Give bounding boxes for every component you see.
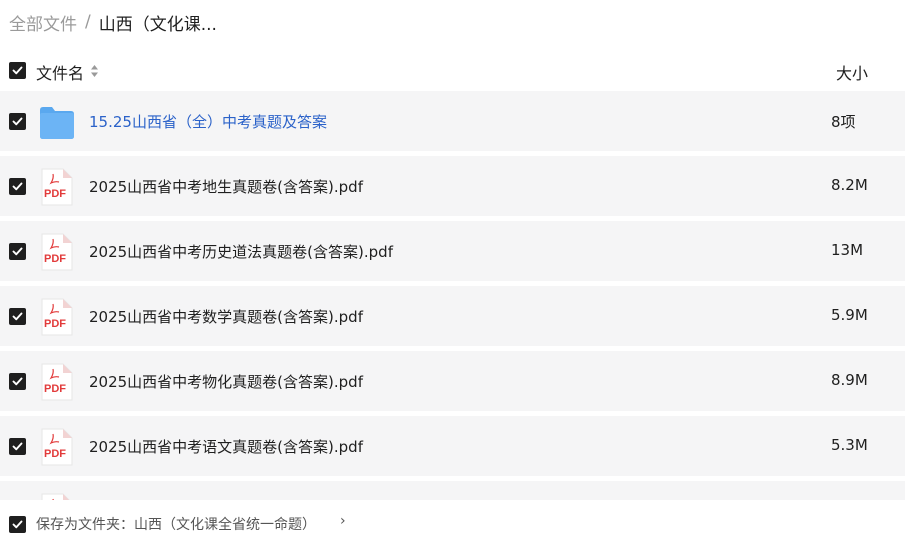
chevron-right-icon[interactable]: › — [340, 513, 346, 529]
file-row[interactable]: PDF 2025山西省中考数学真题卷(含答案).pdf 5.9M — [0, 286, 905, 346]
file-row-checkbox[interactable] — [9, 438, 26, 455]
file-size: 8.2M — [831, 176, 868, 194]
file-name-link[interactable]: 2025山西省中考语文真题卷(含答案).pdf — [89, 436, 363, 457]
file-name-link[interactable]: 2025山西省中考地生真题卷(含答案).pdf — [89, 176, 363, 197]
file-name-link[interactable]: 2025山西省中考数学真题卷(含答案).pdf — [89, 306, 363, 327]
file-size: 8项 — [831, 113, 856, 131]
file-name-link[interactable]: 2025山西省中考历史道法真题卷(含答案).pdf — [89, 241, 393, 262]
save-folder-bar: 保存为文件夹：山西（文化课全省统一命题） › — [0, 500, 905, 540]
folder-name-link[interactable]: 15.25山西省（全）中考真题及答案 — [89, 111, 327, 132]
check-icon — [12, 520, 23, 529]
file-row-checkbox[interactable] — [9, 113, 26, 130]
save-as-folder-label[interactable]: 保存为文件夹：山西（文化课全省统一命题） — [36, 514, 316, 534]
file-name-link[interactable]: 2025山西省中考物化真题卷(含答案).pdf — [89, 371, 363, 392]
file-size: 13M — [831, 241, 864, 259]
check-icon — [12, 66, 23, 75]
sort-icon — [90, 63, 99, 82]
file-row[interactable]: PDF 2025山西省中考语文真题卷(含答案).pdf 5.3M — [0, 416, 905, 476]
file-list-header: 文件名 大小 — [0, 56, 905, 86]
check-icon — [12, 312, 23, 321]
sort-by-name-button[interactable]: 文件名 — [36, 60, 99, 84]
breadcrumb-root-link[interactable]: 全部文件 — [9, 10, 77, 35]
check-icon — [12, 377, 23, 386]
pdf-icon: PDF — [39, 168, 75, 206]
file-row[interactable]: PDF 2025山西省中考历史道法真题卷(含答案).pdf 13M — [0, 221, 905, 281]
breadcrumb: 全部文件 / 山西（文化课... — [9, 10, 217, 35]
save-as-folder-checkbox[interactable] — [9, 516, 26, 533]
pdf-icon: PDF — [39, 233, 75, 271]
pdf-icon-label: PDF — [44, 448, 66, 460]
pdf-icon-label: PDF — [44, 253, 66, 265]
check-icon — [12, 442, 23, 451]
pdf-icon-label: PDF — [44, 188, 66, 200]
pdf-icon-label: PDF — [44, 318, 66, 330]
breadcrumb-separator: / — [85, 12, 91, 32]
pdf-icon — [39, 493, 75, 500]
file-size: 5.9M — [831, 306, 868, 324]
select-all-checkbox[interactable] — [9, 62, 26, 79]
breadcrumb-current: 山西（文化课... — [98, 14, 217, 35]
size-column-label: 大小 — [836, 64, 869, 83]
file-row-checkbox[interactable] — [9, 243, 26, 260]
folder-icon — [39, 103, 75, 141]
check-icon — [12, 117, 23, 126]
file-row-partial[interactable] — [0, 481, 905, 500]
file-row-checkbox[interactable] — [9, 373, 26, 390]
pdf-icon: PDF — [39, 363, 75, 401]
file-row[interactable]: 15.25山西省（全）中考真题及答案 8项 — [0, 91, 905, 151]
file-list: 15.25山西省（全）中考真题及答案 8项 PDF 2025山西省中考地生真题卷(含答… — [0, 91, 905, 500]
name-column-label: 文件名 — [36, 64, 85, 83]
check-icon — [12, 182, 23, 191]
check-icon — [12, 247, 23, 256]
pdf-icon: PDF — [39, 298, 75, 336]
file-size: 5.3M — [831, 436, 868, 454]
file-row-checkbox[interactable] — [9, 308, 26, 325]
file-row[interactable]: PDF 2025山西省中考地生真题卷(含答案).pdf 8.2M — [0, 156, 905, 216]
pdf-icon: PDF — [39, 428, 75, 466]
file-row-checkbox[interactable] — [9, 178, 26, 195]
file-size: 8.9M — [831, 371, 868, 389]
pdf-icon-label: PDF — [44, 383, 66, 395]
file-row[interactable]: PDF 2025山西省中考物化真题卷(含答案).pdf 8.9M — [0, 351, 905, 411]
